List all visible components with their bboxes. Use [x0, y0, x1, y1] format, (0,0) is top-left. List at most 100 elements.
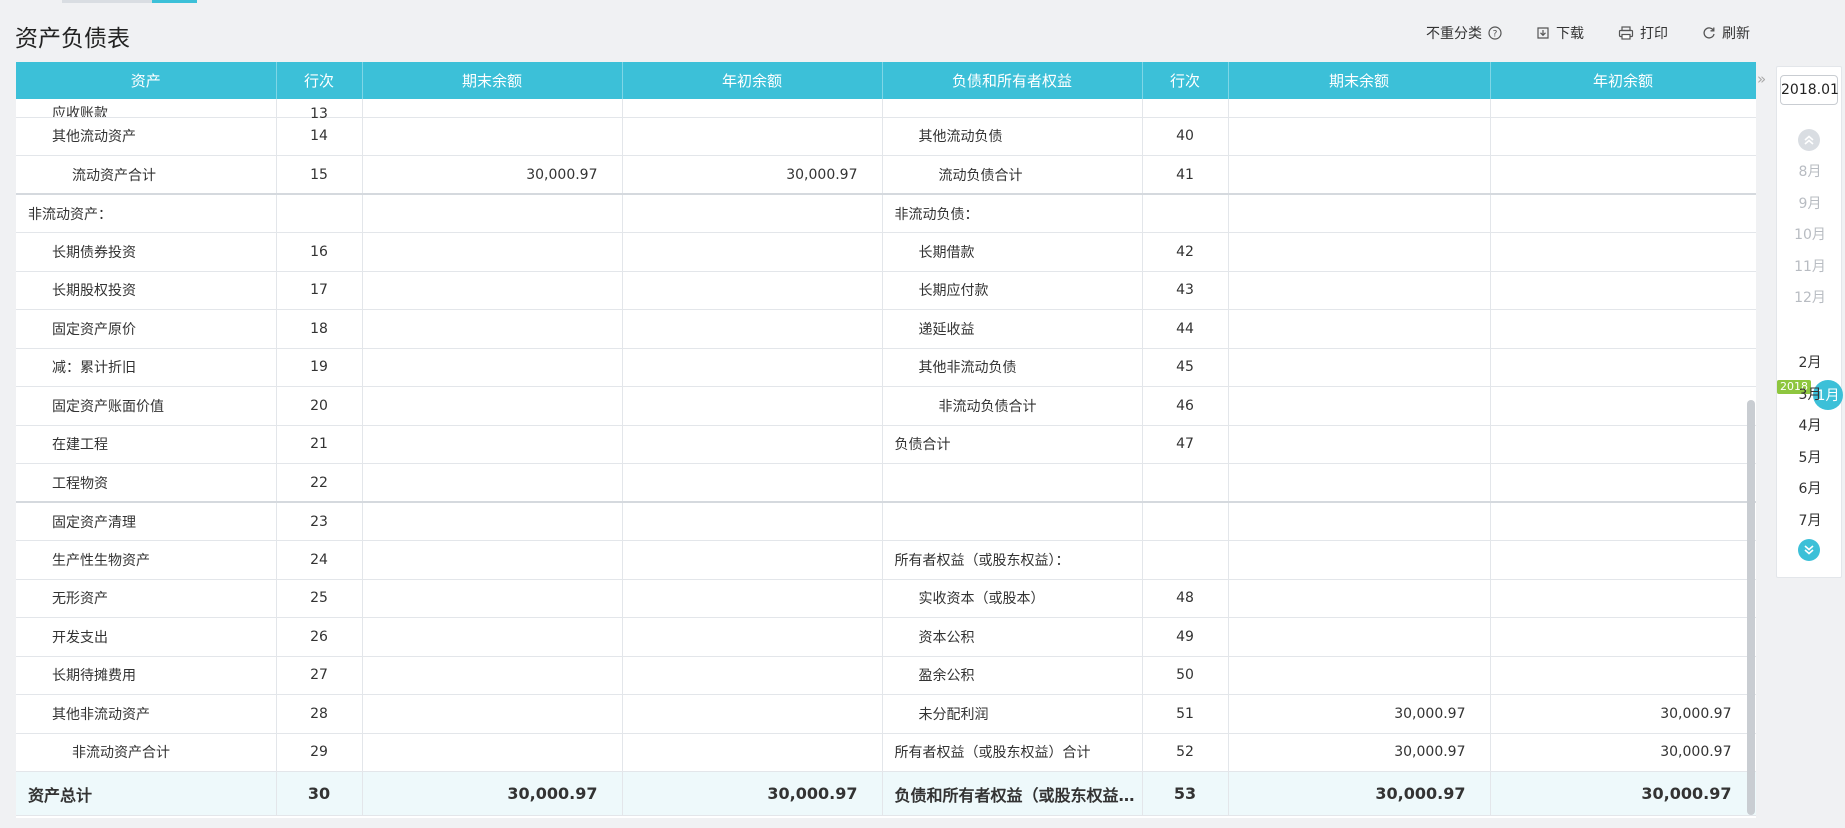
- cell-left-start[interactable]: [622, 348, 883, 387]
- month-item[interactable]: 2月: [1777, 352, 1843, 372]
- cell-right-start[interactable]: [1490, 579, 1756, 618]
- cell-right-no: [1142, 463, 1229, 503]
- period-input[interactable]: 2018.01: [1780, 75, 1839, 105]
- cell-left-end[interactable]: [362, 117, 623, 156]
- month-item[interactable]: 10月: [1777, 224, 1843, 244]
- cell-left-no: 23: [276, 501, 363, 541]
- cell-left-end[interactable]: [362, 733, 623, 772]
- month-item[interactable]: 11月: [1777, 256, 1843, 276]
- cell-left-no: 27: [276, 656, 363, 695]
- cell-left-end[interactable]: [362, 348, 623, 387]
- download-button[interactable]: 下载: [1536, 23, 1584, 43]
- print-button[interactable]: 打印: [1618, 23, 1668, 43]
- month-item[interactable]: 9月: [1777, 193, 1843, 213]
- cell-left-start[interactable]: [622, 117, 883, 156]
- cell-left-start[interactable]: [622, 463, 883, 503]
- help-icon[interactable]: ?: [1488, 26, 1502, 40]
- cell-left-no: [276, 193, 363, 233]
- cell-left-no: 22: [276, 463, 363, 503]
- cell-left-end[interactable]: [362, 271, 623, 310]
- cell-right-start[interactable]: [1490, 232, 1756, 272]
- cell-left-end[interactable]: 30,000.97: [362, 155, 623, 195]
- cell-right-start[interactable]: [1490, 271, 1756, 310]
- cell-right-end[interactable]: [1228, 425, 1491, 464]
- cell-right-start[interactable]: [1490, 617, 1756, 657]
- cell-left-start[interactable]: [622, 733, 883, 772]
- cell-right-start[interactable]: [1490, 425, 1756, 464]
- cell-right-start[interactable]: [1490, 386, 1756, 426]
- cell-right-start[interactable]: 30,000.97: [1490, 733, 1756, 772]
- cell-right-end[interactable]: [1228, 656, 1491, 695]
- cell-right-end[interactable]: [1228, 463, 1491, 503]
- collapse-panel-icon[interactable]: »: [1757, 70, 1766, 88]
- cell-left-end[interactable]: [362, 232, 623, 272]
- cell-right-end[interactable]: [1228, 193, 1491, 233]
- cell-left-end[interactable]: [362, 656, 623, 695]
- inactive-tab-indicator: [62, 0, 152, 3]
- cell-right-end[interactable]: [1228, 386, 1491, 426]
- cell-right-end[interactable]: [1228, 155, 1491, 195]
- cell-left-end[interactable]: [362, 501, 623, 541]
- cell-right-start[interactable]: [1490, 155, 1756, 195]
- cell-left-end[interactable]: [362, 425, 623, 464]
- cell-left-start[interactable]: [622, 271, 883, 310]
- cell-left-end[interactable]: [362, 694, 623, 734]
- month-item[interactable]: 7月: [1777, 510, 1843, 530]
- cell-left-start[interactable]: [622, 232, 883, 272]
- month-item[interactable]: 4月: [1777, 415, 1843, 435]
- cell-left-end[interactable]: [362, 309, 623, 349]
- vertical-scrollbar[interactable]: [1747, 400, 1755, 815]
- refresh-button[interactable]: 刷新: [1702, 23, 1750, 43]
- cell-left-start[interactable]: [622, 579, 883, 618]
- cell-right-end[interactable]: [1228, 501, 1491, 541]
- cell-right-end[interactable]: [1228, 232, 1491, 272]
- cell-left-end[interactable]: [362, 463, 623, 503]
- cell-right-start[interactable]: [1490, 501, 1756, 541]
- cell-left-start[interactable]: [622, 193, 883, 233]
- cell-right-start[interactable]: [1490, 309, 1756, 349]
- cell-left-start[interactable]: [622, 425, 883, 464]
- month-item[interactable]: 3月: [1777, 384, 1843, 404]
- cell-right-end[interactable]: [1228, 117, 1491, 156]
- reclass-toggle[interactable]: 不重分类 ?: [1426, 23, 1502, 43]
- cell-right-start[interactable]: 30,000.97: [1490, 694, 1756, 734]
- scroll-down-icon[interactable]: [1798, 539, 1820, 561]
- cell-right-start[interactable]: [1490, 348, 1756, 387]
- cell-left-end[interactable]: [362, 540, 623, 580]
- cell-left-start[interactable]: [622, 694, 883, 734]
- month-item[interactable]: 6月: [1777, 478, 1843, 498]
- month-item[interactable]: 5月: [1777, 447, 1843, 467]
- cell-right-end[interactable]: [1228, 348, 1491, 387]
- cell-left-end[interactable]: [362, 579, 623, 618]
- cell-left-start[interactable]: 30,000.97: [622, 155, 883, 195]
- scroll-up-icon[interactable]: [1798, 129, 1820, 151]
- cell-right-end[interactable]: 30,000.97: [1228, 733, 1491, 772]
- cell-right-start[interactable]: [1490, 656, 1756, 695]
- month-item[interactable]: 8月: [1777, 161, 1843, 181]
- cell-left-start[interactable]: [622, 501, 883, 541]
- cell-right-end[interactable]: [1228, 309, 1491, 349]
- cell-left-start[interactable]: [622, 656, 883, 695]
- cell-left-start[interactable]: [622, 386, 883, 426]
- cell-right-start[interactable]: [1490, 193, 1756, 233]
- month-item[interactable]: 12月: [1777, 287, 1843, 307]
- cell-left-start[interactable]: [622, 540, 883, 580]
- col-header-assets: 资产: [16, 62, 277, 99]
- cell-right-end[interactable]: [1228, 540, 1491, 580]
- cell-right-end[interactable]: [1228, 617, 1491, 657]
- table-row: 无形资产 25 实收资本（或股本） 48: [16, 579, 1756, 618]
- cell-right-end[interactable]: [1228, 271, 1491, 310]
- cell-right-end[interactable]: [1228, 579, 1491, 618]
- table-row: 长期债券投资 16 长期借款 42: [16, 232, 1756, 272]
- cell-left-end[interactable]: [362, 193, 623, 233]
- cell-left-no: 17: [276, 271, 363, 310]
- cell-left-end[interactable]: [362, 386, 623, 426]
- col-header-ending-balance: 期末余额: [362, 62, 623, 99]
- cell-left-end[interactable]: [362, 617, 623, 657]
- cell-left-start[interactable]: [622, 309, 883, 349]
- cell-right-start[interactable]: [1490, 117, 1756, 156]
- cell-right-start[interactable]: [1490, 540, 1756, 580]
- cell-right-start[interactable]: [1490, 463, 1756, 503]
- cell-right-end[interactable]: 30,000.97: [1228, 694, 1491, 734]
- cell-left-start[interactable]: [622, 617, 883, 657]
